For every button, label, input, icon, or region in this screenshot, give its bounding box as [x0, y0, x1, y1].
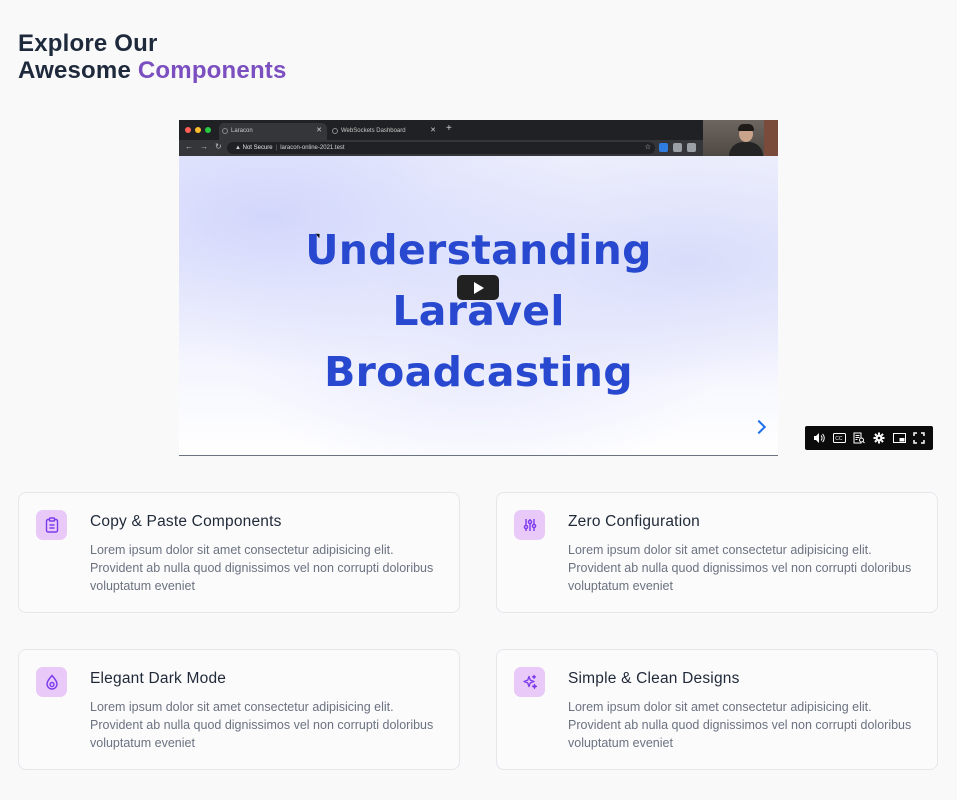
card-description: Lorem ipsum dolor sit amet consectetur a…	[90, 543, 434, 593]
back-arrow-icon: ←	[185, 142, 193, 151]
extension-icon	[687, 143, 696, 152]
card-title: Elegant Dark Mode	[90, 670, 227, 687]
clipboard-icon	[36, 510, 67, 540]
globe-icon	[222, 128, 228, 134]
card-description: Lorem ipsum dolor sit amet consectetur a…	[568, 543, 912, 593]
transcript-icon[interactable]	[852, 431, 866, 445]
close-dot-icon	[185, 127, 191, 133]
url-field: ▲ Not Secure | laracon-online-2021.test ☆	[227, 142, 655, 154]
card-description: Lorem ipsum dolor sit amet consectetur a…	[90, 700, 434, 750]
sliders-icon	[514, 510, 545, 540]
minimize-dot-icon	[195, 127, 201, 133]
miniplayer-icon[interactable]	[892, 431, 906, 445]
drop-icon	[36, 667, 67, 697]
maximize-dot-icon	[205, 127, 211, 133]
browser-tab-strip: Laracon ✕ WebSockets Dashboard ✕ +	[179, 120, 703, 140]
card-title: Zero Configuration	[568, 513, 700, 530]
warning-icon: ▲	[235, 145, 241, 151]
card-title: Simple & Clean Designs	[568, 670, 740, 687]
volume-icon[interactable]	[812, 431, 826, 445]
speaker-hair	[738, 124, 754, 131]
section-heading: Explore Our Awesome Components	[18, 30, 287, 84]
heading-line-2-prefix: Awesome	[18, 57, 138, 84]
close-icon: ✕	[430, 127, 436, 134]
browser-tab-label: Laracon	[231, 128, 253, 134]
card-description: Lorem ipsum dolor sit amet consectetur a…	[568, 700, 912, 750]
url-text: laracon-online-2021.test	[280, 145, 345, 151]
star-icon: ☆	[644, 144, 651, 151]
plus-icon: +	[446, 123, 452, 134]
browser-nav: ← → ↻	[185, 142, 222, 151]
fullscreen-icon[interactable]	[912, 431, 926, 445]
url-separator: |	[275, 145, 278, 151]
feature-card-copy-paste: Copy & Paste Components Lorem ipsum dolo…	[18, 492, 460, 613]
play-button[interactable]	[457, 275, 499, 300]
window-controls	[185, 127, 211, 133]
browser-address-bar: ← → ↻ ▲ Not Secure | laracon-online-2021.t…	[179, 140, 703, 156]
feature-card-clean-designs: Simple & Clean Designs Lorem ipsum dolor…	[496, 649, 938, 770]
forward-arrow-icon: →	[200, 142, 208, 151]
globe-icon	[332, 128, 338, 134]
extension-icons	[659, 143, 696, 152]
svg-text:CC: CC	[835, 436, 843, 442]
settings-icon[interactable]	[872, 431, 886, 445]
extension-icon	[673, 143, 682, 152]
video-controls: CC	[805, 426, 933, 450]
browser-tab-active: Laracon ✕	[219, 123, 327, 140]
captions-icon[interactable]: CC	[832, 431, 846, 445]
video-slide: Understanding Laravel Broadcasting	[179, 156, 778, 455]
card-title: Copy & Paste Components	[90, 513, 282, 530]
next-chevron-icon[interactable]	[751, 419, 767, 435]
browser-tab-inactive: WebSockets Dashboard ✕	[329, 123, 441, 140]
browser-tab-label: WebSockets Dashboard	[341, 128, 406, 134]
slide-title: Understanding Laravel Broadcasting	[179, 220, 778, 403]
video-player[interactable]: Laracon ✕ WebSockets Dashboard ✕ + ← → ↻…	[179, 120, 778, 456]
heading-line-1: Explore Our	[18, 30, 158, 57]
not-secure-label: Not Secure	[242, 145, 273, 151]
sparkles-icon	[514, 667, 545, 697]
reload-icon: ↻	[215, 142, 222, 151]
slide-title-line-1: Understanding	[305, 226, 652, 274]
extension-icon	[659, 143, 668, 152]
feature-card-zero-config: Zero Configuration Lorem ipsum dolor sit…	[496, 492, 938, 613]
heading-accent: Components	[137, 57, 287, 84]
slide-title-line-3: Broadcasting	[324, 348, 633, 396]
close-icon: ✕	[316, 127, 322, 134]
feature-card-dark-mode: Elegant Dark Mode Lorem ipsum dolor sit …	[18, 649, 460, 770]
